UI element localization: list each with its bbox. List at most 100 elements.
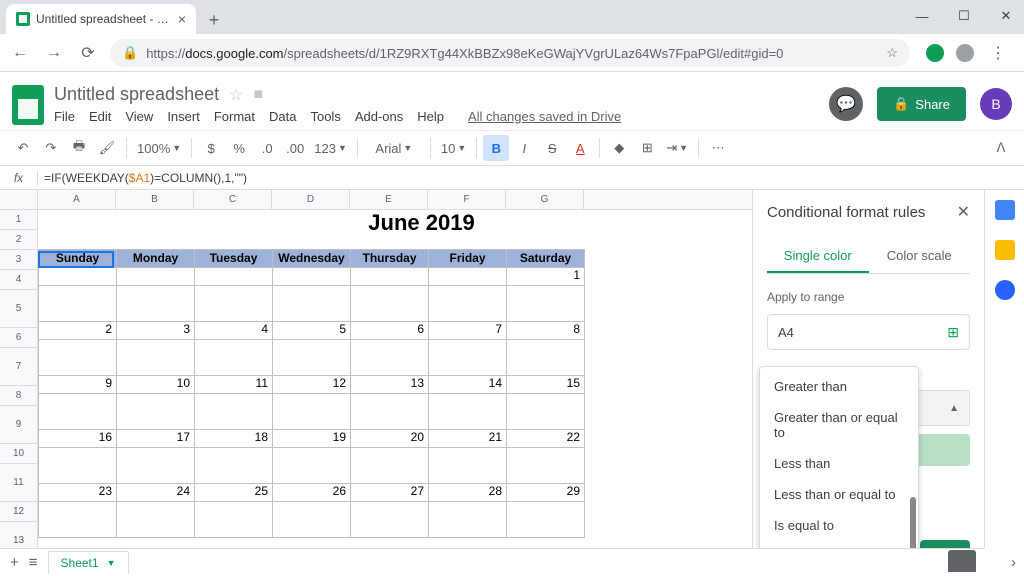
keep-addon-icon[interactable] xyxy=(995,240,1015,260)
empty-cell[interactable] xyxy=(429,285,507,321)
empty-cell[interactable] xyxy=(351,339,429,375)
empty-cell[interactable] xyxy=(507,447,585,483)
sheet-tab[interactable]: Sheet1 ▼ xyxy=(48,551,129,574)
font-size-select[interactable]: 10▼ xyxy=(437,135,470,161)
empty-cell[interactable] xyxy=(195,393,273,429)
increase-decimal-button[interactable]: .00 xyxy=(282,135,308,161)
empty-cell[interactable] xyxy=(351,501,429,537)
empty-cell[interactable] xyxy=(273,447,351,483)
select-all-cell[interactable] xyxy=(0,190,38,209)
date-cell[interactable]: 26 xyxy=(273,483,351,501)
date-cell[interactable]: 29 xyxy=(507,483,585,501)
empty-cell[interactable] xyxy=(429,501,507,537)
profile-icon[interactable] xyxy=(956,44,974,62)
merge-button[interactable]: ⇥▼ xyxy=(662,135,692,161)
column-header[interactable]: E xyxy=(350,190,428,209)
account-avatar[interactable]: B xyxy=(980,88,1012,120)
date-cell[interactable]: 9 xyxy=(39,375,117,393)
row-header[interactable]: 10 xyxy=(0,444,38,464)
row-header[interactable]: 3 xyxy=(0,250,38,270)
back-button[interactable]: ← xyxy=(8,44,32,62)
close-panel-button[interactable]: ✕ xyxy=(957,202,970,222)
address-bar[interactable]: 🔒 https://docs.google.com/spreadsheets/d… xyxy=(110,39,910,67)
date-cell[interactable]: 10 xyxy=(117,375,195,393)
empty-cell[interactable] xyxy=(351,393,429,429)
font-select[interactable]: Arial▼ xyxy=(364,135,424,161)
date-cell[interactable]: 16 xyxy=(39,429,117,447)
date-cell[interactable] xyxy=(39,267,117,285)
empty-cell[interactable] xyxy=(273,501,351,537)
column-header[interactable]: D xyxy=(272,190,350,209)
star-icon[interactable]: ☆ xyxy=(886,45,898,61)
tasks-addon-icon[interactable] xyxy=(995,280,1015,300)
percent-button[interactable]: % xyxy=(226,135,252,161)
fill-color-button[interactable]: ◆ xyxy=(606,135,632,161)
tab-color-scale[interactable]: Color scale xyxy=(869,240,971,273)
folder-icon[interactable]: ■ xyxy=(253,86,263,104)
add-sheet-button[interactable]: + xyxy=(10,554,19,571)
print-button[interactable]: 🖶 xyxy=(66,135,92,161)
reload-button[interactable]: ⟳ xyxy=(76,43,100,63)
new-tab-button[interactable]: + xyxy=(200,6,228,34)
browser-menu-icon[interactable]: ⋮ xyxy=(986,43,1010,63)
date-cell[interactable]: 20 xyxy=(351,429,429,447)
empty-cell[interactable] xyxy=(429,393,507,429)
date-cell[interactable]: 15 xyxy=(507,375,585,393)
date-cell[interactable]: 17 xyxy=(117,429,195,447)
day-header[interactable]: Tuesday xyxy=(195,249,273,267)
borders-button[interactable]: ⊞ xyxy=(634,135,660,161)
paint-format-button[interactable]: 🖌 xyxy=(94,135,120,161)
redo-button[interactable]: ↷ xyxy=(38,135,64,161)
empty-cell[interactable] xyxy=(351,447,429,483)
row-header[interactable]: 11 xyxy=(0,464,38,502)
date-cell[interactable]: 22 xyxy=(507,429,585,447)
empty-cell[interactable] xyxy=(39,501,117,537)
empty-cell[interactable] xyxy=(117,447,195,483)
maximize-button[interactable]: ☐ xyxy=(950,4,978,28)
date-cell[interactable]: 4 xyxy=(195,321,273,339)
day-header[interactable]: Thursday xyxy=(351,249,429,267)
date-cell[interactable]: 21 xyxy=(429,429,507,447)
close-window-button[interactable]: ✕ xyxy=(992,4,1020,28)
empty-cell[interactable] xyxy=(273,285,351,321)
star-icon[interactable]: ☆ xyxy=(229,85,243,105)
empty-cell[interactable] xyxy=(117,393,195,429)
menu-edit[interactable]: Edit xyxy=(89,109,111,124)
date-cell[interactable]: 1 xyxy=(507,267,585,285)
minimize-button[interactable]: — xyxy=(908,4,936,28)
empty-cell[interactable] xyxy=(39,447,117,483)
column-header[interactable]: F xyxy=(428,190,506,209)
empty-cell[interactable] xyxy=(195,339,273,375)
all-sheets-button[interactable]: ≡ xyxy=(29,554,38,571)
menu-insert[interactable]: Insert xyxy=(167,109,200,124)
day-header[interactable]: Friday xyxy=(429,249,507,267)
empty-cell[interactable] xyxy=(117,285,195,321)
row-header[interactable]: 7 xyxy=(0,348,38,386)
row-header[interactable]: 4 xyxy=(0,270,38,290)
empty-cell[interactable] xyxy=(117,339,195,375)
sheets-logo-icon[interactable] xyxy=(12,85,44,125)
row-header[interactable]: 13 xyxy=(0,522,38,548)
date-cell[interactable] xyxy=(117,267,195,285)
empty-cell[interactable] xyxy=(39,393,117,429)
row-header[interactable]: 12 xyxy=(0,502,38,522)
column-header[interactable]: C xyxy=(194,190,272,209)
more-button[interactable]: ⋯ xyxy=(705,135,731,161)
row-header[interactable]: 2 xyxy=(0,230,38,250)
empty-cell[interactable] xyxy=(39,339,117,375)
row-header[interactable]: 5 xyxy=(0,290,38,328)
column-header[interactable]: G xyxy=(506,190,584,209)
zoom-select[interactable]: 100%▼ xyxy=(133,135,185,161)
date-cell[interactable]: 27 xyxy=(351,483,429,501)
document-title[interactable]: Untitled spreadsheet xyxy=(54,84,219,105)
empty-cell[interactable] xyxy=(507,393,585,429)
format-option[interactable]: Is equal to xyxy=(760,510,918,541)
explore-button[interactable] xyxy=(948,550,976,572)
share-button[interactable]: 🔒 Share xyxy=(877,87,966,121)
date-cell[interactable]: 19 xyxy=(273,429,351,447)
collapse-toolbar-button[interactable]: ᐱ xyxy=(988,135,1014,161)
show-side-panel-button[interactable]: › xyxy=(1011,554,1016,571)
date-cell[interactable]: 18 xyxy=(195,429,273,447)
date-cell[interactable]: 28 xyxy=(429,483,507,501)
currency-button[interactable]: $ xyxy=(198,135,224,161)
